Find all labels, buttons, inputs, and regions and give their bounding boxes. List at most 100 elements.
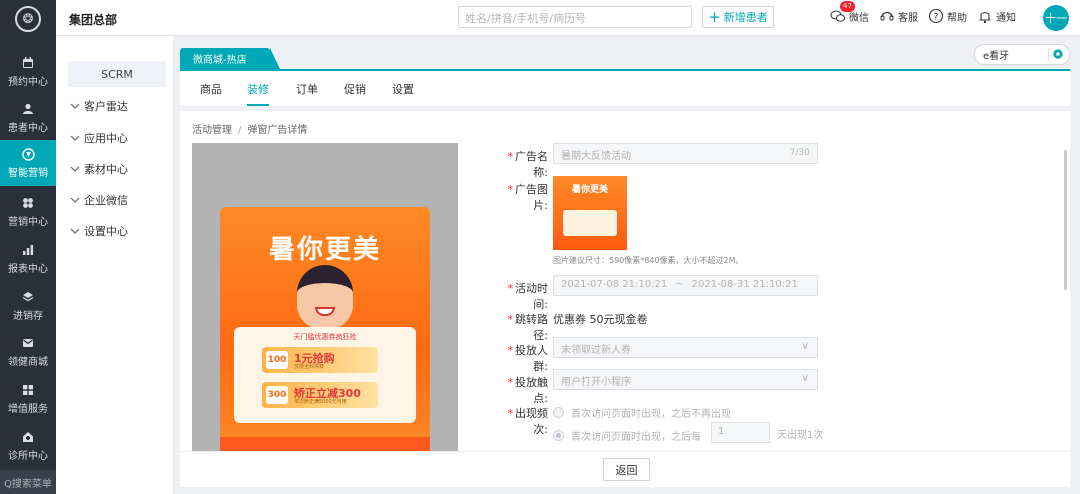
nav-item-value-added[interactable]: 增值服务 bbox=[0, 376, 56, 422]
nav-item-label: 预约中心 bbox=[8, 76, 48, 88]
sidebar-group-settings[interactable]: 设置中心 bbox=[70, 223, 128, 239]
thumbnail-title: 暑你更美 bbox=[571, 185, 608, 195]
breadcrumb: 活动管理 / 弹窗广告详情 bbox=[192, 125, 308, 136]
ad-poster: 暑你更美 天门槛优惠券疯狂抢 100 1元抢购 仅限全科项目 300 矫正立减3… bbox=[220, 207, 430, 451]
trigger-point-value: 用户打开小程序 bbox=[561, 377, 631, 388]
nav-item-appointment[interactable]: 预约中心 bbox=[0, 49, 56, 95]
help-label: 帮助 bbox=[947, 12, 967, 24]
store-select-value: e看牙 bbox=[983, 51, 1010, 62]
poster-bottom-band bbox=[220, 437, 430, 451]
frequency-option-once[interactable]: 首次访问页面时出现，之后不再出现 bbox=[553, 405, 731, 420]
target-crowd-select[interactable]: 未领取过新人券 ∨ bbox=[553, 337, 818, 358]
nav-item-reports[interactable]: 报表中心 bbox=[0, 236, 56, 282]
frequency-option-repeat[interactable]: 首次访问页面时出现，之后每 bbox=[553, 428, 701, 443]
tab-promotion[interactable]: 促销 bbox=[344, 81, 366, 97]
tab-settings[interactable]: 设置 bbox=[392, 81, 414, 97]
patient-search-input[interactable]: 姓名/拼音/手机号/病历号 bbox=[458, 6, 692, 28]
svg-text:?: ? bbox=[934, 13, 939, 23]
apps-icon bbox=[21, 384, 35, 397]
notify-label: 通知 bbox=[996, 12, 1016, 24]
sidebar-group-label: 应用中心 bbox=[84, 132, 128, 145]
back-button[interactable]: 返回 bbox=[603, 458, 650, 481]
new-patient-label: 新增患者 bbox=[723, 11, 768, 24]
thumbnail-card bbox=[563, 210, 617, 236]
radio-repeat[interactable] bbox=[553, 430, 564, 441]
nav-item-label: 营销中心 bbox=[8, 216, 48, 228]
sidebar-group-app-center[interactable]: 应用中心 bbox=[70, 130, 128, 146]
customer-service-label: 客服 bbox=[898, 12, 918, 24]
divider bbox=[1048, 48, 1049, 61]
target-crowd-value: 未领取过新人券 bbox=[561, 345, 631, 356]
menu-search[interactable]: Q搜索菜单 bbox=[0, 470, 56, 494]
app-logo[interactable]: ❂ bbox=[0, 0, 56, 38]
sidebar-group-customer-radar[interactable]: 客户雷达 bbox=[70, 98, 128, 114]
frequency-option-once-label: 首次访问页面时出现，之后不再出现 bbox=[571, 409, 731, 420]
ad-name-label: * 广告名称: bbox=[507, 150, 549, 179]
ad-image-label: * 广告图片: bbox=[507, 183, 549, 212]
image-size-hint: 图片建议尺寸：590像素*840像素，大小不超过2M。 bbox=[553, 256, 744, 265]
nav-item-clinic[interactable]: 诊所中心 bbox=[0, 423, 56, 469]
new-patient-button[interactable]: + 新增患者 bbox=[702, 6, 774, 28]
ad-image-thumbnail[interactable]: 暑你更美 bbox=[553, 176, 627, 250]
ad-name-count: 7/30 bbox=[789, 148, 810, 158]
frequency-option-repeat-label: 首次访问页面时出现，之后每 bbox=[571, 432, 701, 443]
coupon-amount: 100 bbox=[266, 351, 288, 369]
poster-coupon: 300 矫正立减300 单次矫正满5000元可用 bbox=[262, 382, 378, 408]
poster-title: 暑你更美 bbox=[268, 235, 381, 265]
content-scrollbar[interactable] bbox=[1064, 150, 1067, 290]
frequency-days-suffix: 天出现1次 bbox=[777, 430, 824, 441]
ad-name-value: 暑期大反馈活动 bbox=[561, 151, 631, 162]
sidebar-group-label: 素材中心 bbox=[84, 163, 128, 176]
frequency-days-input[interactable]: 1 bbox=[711, 422, 770, 443]
sidebar-group-label: 设置中心 bbox=[84, 225, 128, 238]
trigger-point-select[interactable]: 用户打开小程序 ∨ bbox=[553, 369, 818, 390]
wechat-button[interactable]: 47 微信 bbox=[830, 1, 869, 24]
sidebar-item-scrm[interactable]: SCRM bbox=[68, 61, 166, 87]
sidebar-group-label: 客户雷达 bbox=[84, 100, 128, 113]
ad-preview: 暑你更美 天门槛优惠券疯狂抢 100 1元抢购 仅限全科项目 300 矫正立减3… bbox=[192, 143, 458, 451]
chevron-down-icon bbox=[70, 225, 80, 238]
nav-item-smart-marketing[interactable]: 智能营销 bbox=[0, 140, 56, 186]
nav-item-marketing-center[interactable]: 营销中心 bbox=[0, 189, 56, 235]
tab-decoration[interactable]: 装修 bbox=[247, 81, 269, 106]
org-name: 集团总部 bbox=[69, 13, 118, 27]
sidebar-group-enterprise-wechat[interactable]: 企业微信 bbox=[70, 192, 128, 208]
help-button[interactable]: ? 帮助 bbox=[928, 8, 967, 24]
tab-orders[interactable]: 订单 bbox=[296, 81, 318, 97]
nav-item-label: 报表中心 bbox=[8, 263, 48, 275]
breadcrumb-activity[interactable]: 活动管理 bbox=[192, 125, 232, 136]
time-start: 2021-07-08 21:10:21 bbox=[561, 279, 668, 290]
chevron-down-icon bbox=[70, 100, 80, 113]
sidebar-group-label: 企业微信 bbox=[84, 194, 128, 207]
store-tab[interactable]: 微商城-热店 bbox=[180, 48, 280, 69]
activity-time-label: * 活动时间: bbox=[507, 282, 549, 311]
nav-item-patient[interactable]: 患者中心 bbox=[0, 95, 56, 141]
wechat-icon: 47 bbox=[830, 1, 855, 24]
chevron-down-icon bbox=[70, 163, 80, 176]
sidebar-group-material-center[interactable]: 素材中心 bbox=[70, 161, 128, 177]
marketing-icon bbox=[21, 147, 35, 161]
ad-name-input[interactable]: 暑期大反馈活动 7/30 bbox=[553, 143, 818, 164]
plus-icon: + bbox=[708, 7, 721, 26]
tab-products[interactable]: 商品 bbox=[200, 81, 222, 97]
store-select[interactable]: e看牙 bbox=[974, 44, 1070, 65]
mail-icon bbox=[21, 337, 35, 350]
activity-time-range[interactable]: 2021-07-08 21:10:21 ~ 2021-08-31 21:10:2… bbox=[553, 275, 818, 296]
user-icon bbox=[21, 103, 35, 116]
nav-item-mall[interactable]: 领健商城 bbox=[0, 329, 56, 375]
headset-icon bbox=[879, 8, 895, 24]
user-avatar[interactable]: 十一 bbox=[1043, 5, 1069, 31]
home-icon bbox=[21, 431, 35, 444]
top-header: 集团总部 姓名/拼音/手机号/病历号 + 新增患者 47 微信 客服 ? 帮助 … bbox=[56, 0, 1080, 36]
grid-icon bbox=[21, 197, 35, 210]
bar-chart-icon bbox=[21, 244, 35, 257]
poster-coupon-card: 天门槛优惠券疯狂抢 100 1元抢购 仅限全科项目 300 矫正立减300 单次… bbox=[234, 327, 416, 423]
radio-once[interactable] bbox=[553, 407, 564, 418]
nav-item-inventory[interactable]: 进销存 bbox=[0, 283, 56, 329]
customer-service-button[interactable]: 客服 bbox=[879, 8, 918, 24]
secondary-sidebar: SCRM 客户雷达 应用中心 素材中心 企业微信 设置中心 bbox=[56, 36, 173, 494]
chevron-down-icon bbox=[70, 132, 80, 145]
gear-icon[interactable] bbox=[1052, 48, 1064, 60]
main-content: 活动管理 / 弹窗广告详情 暑你更美 天门槛优惠券疯狂抢 100 1元抢购 仅限全科… bbox=[180, 111, 1070, 451]
notify-button[interactable]: 通知 bbox=[977, 8, 1016, 24]
